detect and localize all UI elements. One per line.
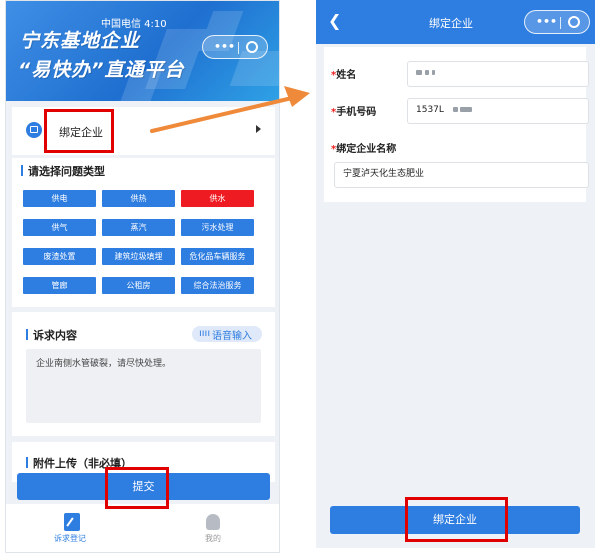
category-button[interactable]: 污水处理	[181, 219, 254, 236]
request-textarea[interactable]: 企业南侧水管破裂，请尽快处理。	[26, 349, 261, 423]
more-dots-icon[interactable]: •••	[214, 41, 235, 52]
request-content-card: 诉求内容 ıııı 语音输入 企业南侧水管破裂，请尽快处理。	[12, 312, 275, 436]
bottom-tab-bar: 诉求登记 我的	[6, 504, 279, 552]
bind-company-form: *姓名 *手机号码 1537L *绑定企业名称 宁夏泸天化生态肥业	[324, 47, 589, 202]
nav-header: ❮ 绑定企业 •••	[316, 0, 595, 44]
tab-label: 我的	[205, 534, 221, 543]
company-label: *绑定企业名称	[331, 144, 397, 155]
problem-type-title: 请选择问题类型	[21, 163, 105, 179]
request-text-value: 企业南侧水管破裂，请尽快处理。	[36, 359, 172, 369]
name-input[interactable]	[407, 61, 589, 87]
category-button[interactable]: 管廊	[23, 277, 96, 294]
company-icon	[26, 122, 42, 138]
profile-icon	[206, 514, 220, 530]
category-button[interactable]: 供气	[23, 219, 96, 236]
banner: 中国电信 4:10 宁东基地企业 “易快办”直通平台 •••	[6, 1, 279, 101]
highlight-box-bind-row	[44, 109, 114, 153]
microphone-icon: ıııı	[199, 328, 211, 339]
highlight-box-submit	[105, 467, 169, 509]
right-phone-screen: ❮ 绑定企业 ••• *姓名 *手机号码 1537L *绑定企业名称 宁夏泸天化…	[316, 0, 595, 548]
voice-input-button[interactable]: ıııı 语音输入	[192, 326, 262, 342]
close-ring-icon[interactable]	[568, 16, 580, 28]
voice-input-label: 语音输入	[212, 331, 252, 342]
category-button-selected[interactable]: 供水	[181, 190, 254, 207]
miniprogram-capsule: •••	[524, 10, 590, 34]
back-arrow-icon[interactable]: ❮	[328, 12, 341, 30]
category-button[interactable]: 建筑垃圾填埋	[102, 248, 175, 265]
category-button[interactable]: 供电	[23, 190, 96, 207]
tab-label: 诉求登记	[54, 534, 86, 543]
miniprogram-capsule: •••	[202, 35, 268, 59]
category-button[interactable]: 蒸汽	[102, 219, 175, 236]
problem-type-card: 请选择问题类型 供电 供热 供水 供气 蒸汽 污水处理 废渣处置 建筑垃圾填埋 …	[12, 158, 275, 307]
name-label: *姓名	[331, 70, 357, 81]
banner-title-line1: 宁东基地企业	[20, 30, 141, 52]
company-value: 宁夏泸天化生态肥业	[343, 169, 425, 179]
page-title: 绑定企业	[429, 17, 473, 30]
phone-label: *手机号码	[331, 107, 377, 118]
more-dots-icon[interactable]: •••	[536, 16, 557, 27]
arrow-head	[284, 86, 310, 107]
phone-input[interactable]: 1537L	[407, 98, 589, 124]
category-button[interactable]: 废渣处置	[23, 248, 96, 265]
category-button[interactable]: 公租房	[102, 277, 175, 294]
category-button[interactable]: 供热	[102, 190, 175, 207]
category-button[interactable]: 综合法治服务	[181, 277, 254, 294]
chevron-right-icon	[256, 125, 261, 133]
close-ring-icon[interactable]	[246, 41, 258, 53]
category-button[interactable]: 危化品车辆服务	[181, 248, 254, 265]
phone-value: 1537L	[416, 105, 444, 115]
edit-icon	[64, 513, 80, 531]
highlight-box-bind-button	[405, 497, 508, 542]
banner-title-line2: “易快办”直通平台	[18, 59, 185, 81]
company-input[interactable]: 宁夏泸天化生态肥业	[334, 162, 589, 188]
request-content-title: 诉求内容	[26, 327, 77, 343]
